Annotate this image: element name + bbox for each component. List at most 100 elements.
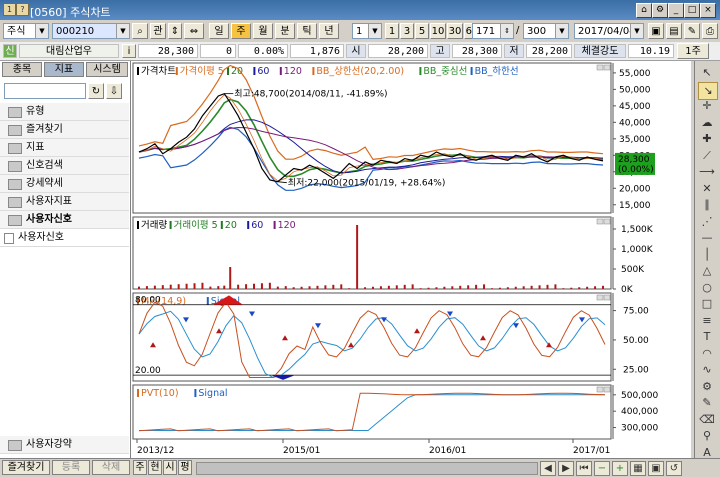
period-button[interactable]: 틱 — [297, 23, 317, 39]
print-icon[interactable]: ⎙ — [702, 23, 718, 39]
tab-indicator[interactable]: 지표 — [44, 62, 84, 77]
zoom-in-icon[interactable]: + — [612, 461, 628, 476]
trend-icon[interactable]: ⟋ — [698, 148, 716, 164]
hline-icon[interactable]: — — [698, 230, 716, 246]
settings-icon[interactable]: ⚙ — [652, 3, 668, 18]
maximize-button[interactable]: □ — [684, 3, 700, 18]
triangle-icon[interactable]: △ — [698, 263, 716, 279]
interval-button[interactable]: 10 — [430, 23, 446, 39]
ray-icon[interactable]: ⟶ — [698, 164, 716, 180]
register-button[interactable]: 등록 — [52, 460, 90, 475]
stock-code-input[interactable]: 000210 ▼ — [52, 23, 130, 39]
gear-icon[interactable]: ⚙ — [698, 379, 716, 395]
mode-button-si[interactable]: 시 — [163, 460, 177, 475]
pencil-icon[interactable]: ✎ — [698, 395, 716, 411]
grid-icon[interactable]: ▤ — [666, 23, 682, 39]
interval-button[interactable]: 5 — [415, 23, 429, 39]
eraser-icon[interactable]: ⌫ — [698, 412, 716, 428]
circle-icon[interactable]: ○ — [698, 280, 716, 296]
mode-button-ju[interactable]: 주 — [133, 460, 147, 475]
search-button[interactable]: ⌕ — [132, 23, 148, 39]
volume-bar — [435, 287, 438, 289]
period-button[interactable]: 분 — [275, 23, 295, 39]
stepper-icon[interactable]: ⇔ — [184, 23, 204, 39]
info-button[interactable]: i — [122, 44, 136, 58]
wave-icon[interactable]: ∿ — [698, 362, 716, 378]
mfi-signal-arrow — [282, 335, 288, 341]
close-button[interactable]: × — [700, 3, 716, 18]
help-icon[interactable]: ? — [16, 3, 29, 16]
indicator-search-input[interactable] — [4, 83, 86, 99]
cursor-icon[interactable]: ↘ — [698, 81, 718, 100]
tab-stock[interactable]: 종목 — [2, 62, 42, 77]
tab-system[interactable]: 시스템 — [86, 62, 128, 77]
zoom-out-icon[interactable]: − — [594, 461, 610, 476]
period-button[interactable]: 일 — [209, 23, 229, 39]
mode-button-pyeong[interactable]: 평 — [178, 460, 192, 475]
period-button[interactable]: 주 — [231, 23, 251, 39]
refresh-icon[interactable]: ↻ — [88, 83, 104, 99]
unit-button[interactable]: 1주 — [677, 43, 709, 59]
gwan-button[interactable]: 관 — [150, 23, 166, 39]
interval-button[interactable]: 1 — [385, 23, 399, 39]
prev-icon[interactable]: ◀ — [540, 461, 556, 476]
date-select[interactable]: 2017/04/04 ▼ — [574, 23, 644, 39]
volume-legend-item: 120 — [278, 220, 296, 231]
tools-icon[interactable]: ✎ — [684, 23, 700, 39]
expand-icon[interactable]: ▣ — [648, 461, 664, 476]
count-total-input[interactable]: 300 ▼ — [523, 23, 569, 39]
tree-item[interactable]: 강세약세 — [0, 175, 129, 193]
arrow-icon[interactable]: ↖ — [698, 65, 716, 81]
tree-item-user-strength[interactable]: 사용자강약 — [0, 436, 129, 454]
parallel-icon[interactable]: ∥ — [698, 197, 716, 213]
tree-item[interactable]: 신호검색 — [0, 157, 129, 175]
capture-icon[interactable]: ▣ — [648, 23, 664, 39]
tree-item[interactable]: 사용자신호 — [0, 211, 129, 229]
volume-bar — [145, 286, 148, 289]
text-icon[interactable]: T — [698, 329, 716, 345]
interval-button[interactable]: 30 — [447, 23, 463, 39]
minimize-button[interactable]: _ — [668, 3, 684, 18]
download-icon[interactable]: ⇩ — [106, 83, 122, 99]
folder-icon — [8, 179, 22, 190]
volume-bar — [153, 285, 156, 289]
spin-up-icon[interactable]: ⇕ — [168, 23, 182, 39]
plus-icon[interactable]: ✚ — [698, 131, 716, 147]
current-pct-label: (0.00%) — [618, 165, 654, 175]
tree-item[interactable]: 유형 — [0, 103, 129, 121]
price-tick-label: 50,000 — [619, 85, 651, 95]
count-input[interactable]: 171 ⇕ — [472, 23, 514, 39]
first-icon[interactable]: ⏮ — [576, 461, 592, 476]
price-legend-item: 가격이평 5 — [180, 65, 224, 77]
period-button[interactable]: 월 — [253, 23, 273, 39]
crosshair-icon[interactable]: ✛ — [698, 98, 716, 114]
tree-item[interactable]: 즐겨찾기 — [0, 121, 129, 139]
volume-bar — [201, 282, 204, 289]
fib-icon[interactable]: ≡ — [698, 313, 716, 329]
pin-icon[interactable]: ⌂ — [636, 3, 652, 18]
cross-icon[interactable]: ✕ — [698, 181, 716, 197]
volume-bar — [300, 286, 303, 289]
period-button[interactable]: 년 — [319, 23, 339, 39]
arc-icon[interactable]: ◠ — [698, 346, 716, 362]
lock-icon[interactable]: ⚲ — [698, 428, 716, 444]
market-select[interactable]: 주식 ▼ — [3, 23, 49, 39]
favorites-button[interactable]: 즐겨찾기 — [2, 460, 50, 475]
mode-button-hyeon[interactable]: 현 — [148, 460, 162, 475]
chart-area[interactable]: 가격차트 가격이평 5 20 60 120 BB_상한선(20,2.00) BB_중심선 BB… — [131, 61, 691, 459]
cloud-icon[interactable]: ☁ — [698, 115, 716, 131]
fan-icon[interactable]: ⋰ — [698, 214, 716, 230]
grid-icon[interactable]: ▦ — [630, 461, 646, 476]
chart-scrollbar[interactable] — [196, 462, 538, 475]
tree-item[interactable]: 사용자신호 — [0, 229, 129, 247]
interval-button[interactable]: 3 — [400, 23, 414, 39]
interval-select[interactable]: 1 ▼ — [352, 23, 382, 39]
tree-item[interactable]: 지표 — [0, 139, 129, 157]
chart-svg[interactable]: 가격차트 가격이평 5 20 60 120 BB_상한선(20,2.00) BB_중심선 BB… — [131, 61, 691, 459]
rect-icon[interactable]: □ — [698, 296, 716, 312]
vline-icon[interactable]: │ — [698, 247, 716, 263]
delete-button[interactable]: 삭제 — [92, 460, 130, 475]
tree-item[interactable]: 사용자지표 — [0, 193, 129, 211]
next-icon[interactable]: ▶ — [558, 461, 574, 476]
reset-icon[interactable]: ↺ — [666, 461, 682, 476]
